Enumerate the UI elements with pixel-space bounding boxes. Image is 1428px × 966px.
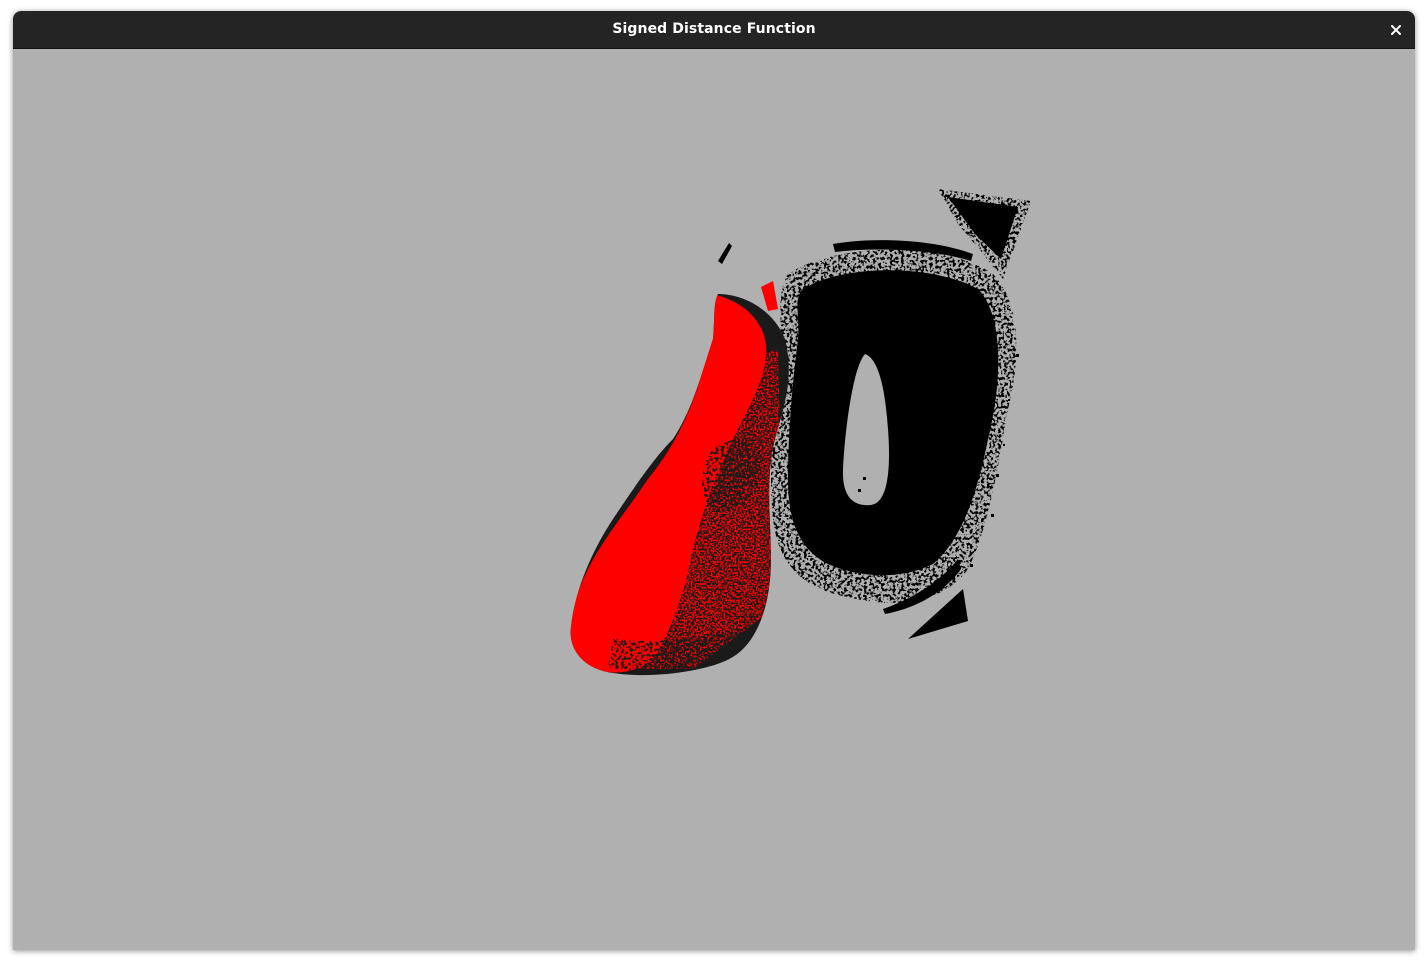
mesh-red-tip — [761, 281, 778, 311]
point-cloud-stray-stroke — [718, 243, 732, 264]
sdf-mesh — [570, 281, 789, 676]
title-bar[interactable]: Signed Distance Function — [13, 11, 1415, 49]
close-icon — [1391, 25, 1401, 35]
close-button[interactable] — [1385, 19, 1407, 41]
render-viewport[interactable] — [13, 49, 1415, 950]
sdf-render-canvas[interactable] — [13, 49, 1415, 950]
window-title: Signed Distance Function — [612, 21, 816, 37]
app-window: Signed Distance Function — [13, 11, 1415, 950]
